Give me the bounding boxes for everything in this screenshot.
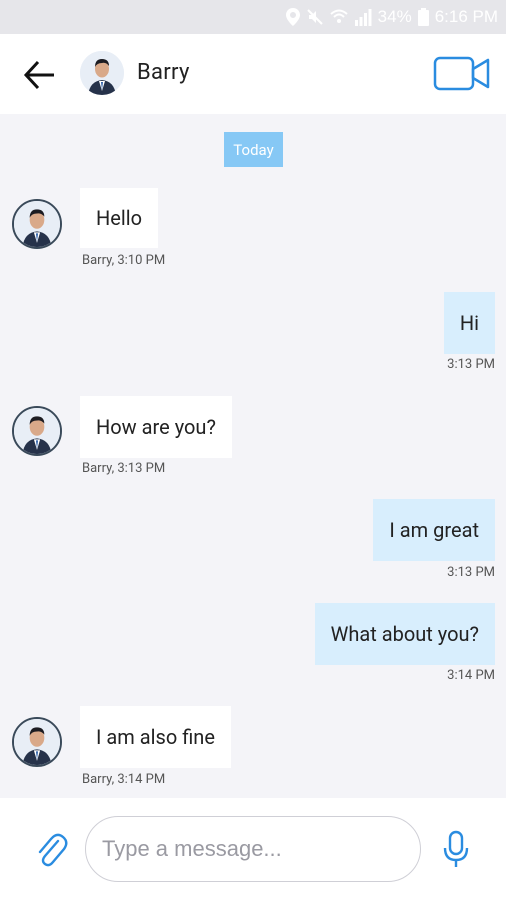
voice-record-button[interactable] xyxy=(440,830,472,870)
sender-avatar[interactable] xyxy=(12,406,62,456)
message-composer xyxy=(0,798,506,900)
battery-percent: 34% xyxy=(377,7,412,26)
message-meta: Barry, 3:14 PM xyxy=(82,772,166,787)
outgoing-message-bubble[interactable]: Hi xyxy=(443,292,495,354)
arrow-left-icon xyxy=(23,60,54,90)
attach-button[interactable] xyxy=(34,832,68,868)
message-meta: 3:14 PM xyxy=(447,668,495,683)
sender-avatar[interactable] xyxy=(12,717,62,767)
message-meta: 3:13 PM xyxy=(447,357,495,372)
message-meta: Barry, 3:13 PM xyxy=(82,461,166,476)
chat-header: Barry xyxy=(0,34,506,114)
microphone-icon xyxy=(443,830,469,867)
wifi-icon xyxy=(329,9,348,23)
video-call-button[interactable] xyxy=(432,54,492,94)
sender-avatar[interactable] xyxy=(12,199,62,249)
message-input-wrapper xyxy=(85,816,421,882)
back-button[interactable] xyxy=(20,55,60,95)
contact-avatar[interactable] xyxy=(80,51,124,95)
message-meta: Barry, 3:10 PM xyxy=(82,253,166,268)
location-icon xyxy=(285,8,300,26)
status-time: 6:16 PM xyxy=(434,7,498,26)
message-meta: 3:13 PM xyxy=(447,565,495,580)
outgoing-message-bubble[interactable]: I am great xyxy=(373,499,495,561)
video-camera-icon xyxy=(433,56,490,91)
status-bar: 34% 6:16 PM xyxy=(0,0,506,34)
contact-name[interactable]: Barry xyxy=(137,60,190,85)
battery-icon xyxy=(417,8,429,26)
paperclip-icon xyxy=(38,833,68,867)
incoming-message-bubble[interactable]: I am also fine xyxy=(80,706,231,768)
incoming-message-bubble[interactable]: How are you? xyxy=(80,396,232,458)
message-list[interactable]: Today Hello Barry, 3:10 PM Hi 3:13 PM Ho… xyxy=(0,114,506,798)
outgoing-message-bubble[interactable]: What about you? xyxy=(314,603,495,665)
message-input[interactable] xyxy=(102,817,402,881)
mute-icon xyxy=(306,9,323,25)
date-divider: Today xyxy=(224,132,283,167)
signal-icon xyxy=(354,9,372,26)
incoming-message-bubble[interactable]: Hello xyxy=(80,188,159,248)
